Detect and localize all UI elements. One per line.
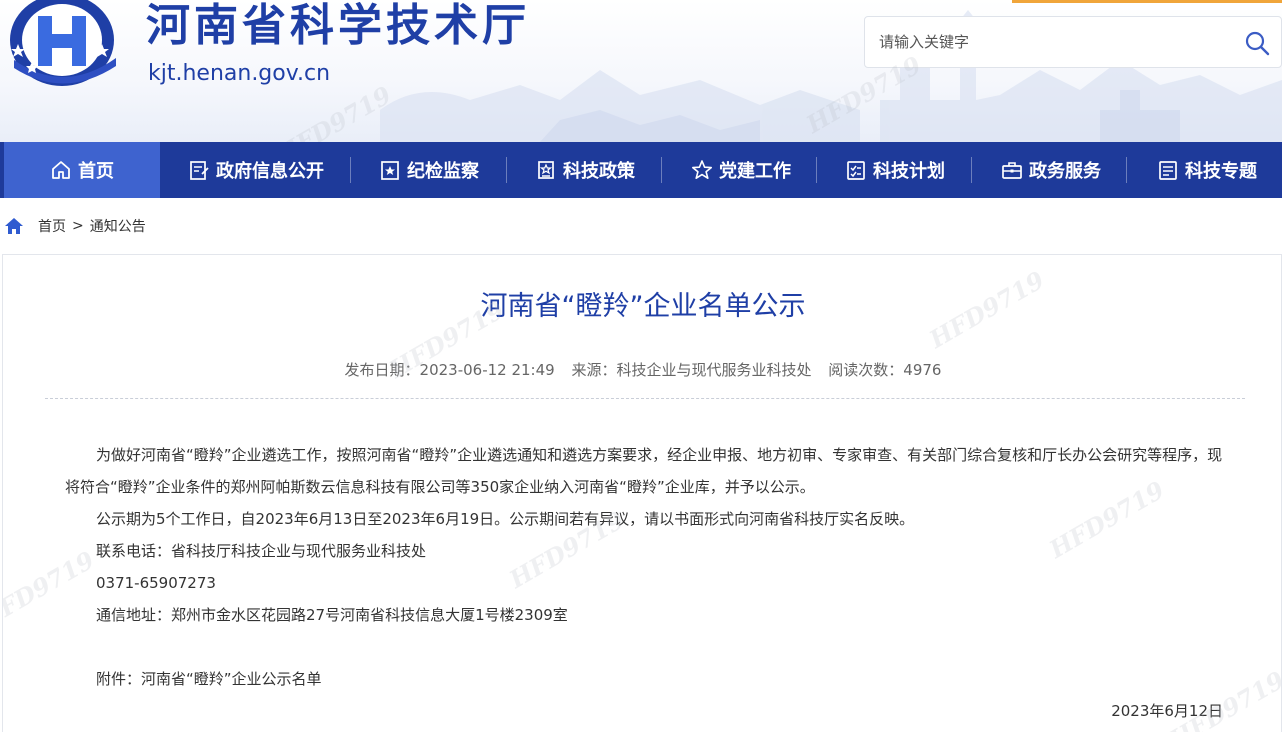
nav-item-topics[interactable]: 科技专题 xyxy=(1142,142,1272,198)
body-paragraph: 0371-65907273 xyxy=(96,574,216,592)
nav-item-home[interactable]: 首页 xyxy=(4,142,160,198)
site-title: 河南省科学技术厅 xyxy=(146,0,530,51)
list-icon xyxy=(1159,161,1177,180)
nav-item-service[interactable]: 政务服务 xyxy=(986,142,1116,198)
document-edit-icon xyxy=(190,161,209,180)
breadcrumb-home-link[interactable]: 首页 xyxy=(38,216,66,236)
star-badge-icon xyxy=(381,161,399,180)
view-count: 阅读次数：4976 xyxy=(828,361,942,379)
nav-item-discipline[interactable]: 纪检监察 xyxy=(362,142,496,198)
nav-divider xyxy=(350,157,351,183)
nav-item-label: 科技政策 xyxy=(563,161,635,182)
body-paragraph: 联系电话：省科技厅科技企业与现代服务业科技处 xyxy=(96,542,427,560)
article-container: 河南省“瞪羚”企业名单公示 发布日期：2023-06-12 21:49 来源：科… xyxy=(2,254,1282,732)
article-title: 河南省“瞪羚”企业名单公示 xyxy=(480,291,806,322)
nav-item-party[interactable]: 党建工作 xyxy=(676,142,806,198)
star-icon xyxy=(691,160,713,180)
divider xyxy=(45,398,1245,399)
breadcrumb-separator: > xyxy=(72,218,84,234)
henan-logo[interactable] xyxy=(4,0,124,92)
article-body: 为做好河南省“瞪羚”企业遴选工作，按照河南省“瞪羚”企业遴选通知和遴选方案要求，… xyxy=(65,439,1233,695)
search-box xyxy=(864,16,1282,68)
award-icon xyxy=(538,161,554,179)
site-header: 河南省科学技术厅 kjt.henan.gov.cn HFD9719 HFD971… xyxy=(0,0,1282,142)
nav-divider xyxy=(971,157,972,183)
briefcase-icon xyxy=(1002,162,1022,179)
home-icon[interactable] xyxy=(4,217,24,235)
nav-divider xyxy=(506,157,507,183)
article-source: 来源：科技企业与现代服务业科技处 xyxy=(571,361,812,379)
nav-item-label: 政府信息公开 xyxy=(216,161,324,182)
nav-item-policy[interactable]: 科技政策 xyxy=(520,142,650,198)
nav-item-label: 党建工作 xyxy=(719,161,791,182)
nav-item-label: 政务服务 xyxy=(1029,161,1101,182)
nav-divider xyxy=(816,157,817,183)
attachment-link[interactable]: 附件：河南省“瞪羚”企业公示名单 xyxy=(65,663,1233,695)
body-paragraph: 为做好河南省“瞪羚”企业遴选工作，按照河南省“瞪羚”企业遴选通知和遴选方案要求，… xyxy=(65,446,1223,496)
home-icon xyxy=(52,161,70,179)
nav-item-label: 科技计划 xyxy=(873,161,945,182)
search-input[interactable] xyxy=(865,17,1235,67)
nav-item-label: 纪检监察 xyxy=(407,161,479,182)
sign-date: 2023年6月12日 xyxy=(1111,702,1223,720)
nav-item-label: 首页 xyxy=(78,161,114,182)
breadcrumb: 首页 > 通知公告 xyxy=(4,214,146,238)
nav-divider xyxy=(661,157,662,183)
main-nav: 首页 政府信息公开 纪检监察 科技政策 党建工作 科技计划 政务服务 科技专题 xyxy=(0,142,1282,198)
search-icon[interactable] xyxy=(1243,29,1271,57)
site-domain: kjt.henan.gov.cn xyxy=(148,61,331,86)
body-paragraph: 通信地址：郑州市金水区花园路27号河南省科技信息大厦1号楼2309室 xyxy=(96,606,568,624)
nav-item-gov-info[interactable]: 政府信息公开 xyxy=(175,142,337,198)
top-accent-strip xyxy=(1012,0,1282,3)
publish-date: 发布日期：2023-06-12 21:49 xyxy=(344,361,555,379)
nav-item-label: 科技专题 xyxy=(1185,161,1257,182)
nav-item-program[interactable]: 科技计划 xyxy=(830,142,960,198)
breadcrumb-current-link[interactable]: 通知公告 xyxy=(90,216,146,236)
article-meta: 发布日期：2023-06-12 21:49 来源：科技企业与现代服务业科技处 阅… xyxy=(3,359,1281,381)
body-paragraph: 公示期为5个工作日，自2023年6月13日至2023年6月19日。公示期间若有异… xyxy=(96,510,915,528)
nav-divider xyxy=(1126,157,1127,183)
checklist-icon xyxy=(847,161,865,180)
